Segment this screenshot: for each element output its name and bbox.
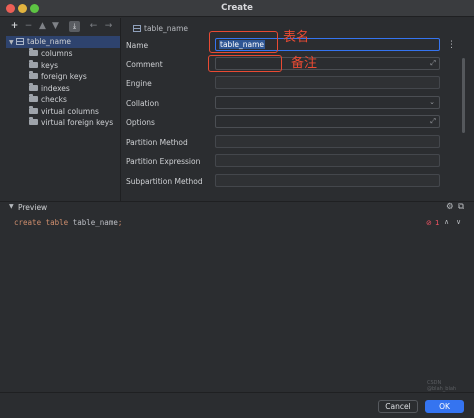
folder-icon	[29, 94, 38, 102]
tree-item-label: keys	[41, 60, 59, 70]
tree-item-label: virtual foreign keys	[41, 118, 114, 127]
comment-annotation-box	[208, 55, 282, 72]
form-tab[interactable]: table_name	[133, 24, 188, 33]
code-semicolon: ;	[117, 218, 123, 227]
subpartition-method-field[interactable]	[215, 174, 440, 187]
tree-item-label: indexes	[41, 83, 70, 93]
cancel-button[interactable]: Cancel	[378, 400, 418, 413]
down-arrow-icon[interactable]: ▼	[50, 21, 61, 32]
chevron-up-icon[interactable]: ∧	[444, 218, 449, 226]
folder-icon	[29, 48, 38, 56]
code-identifier: table_name	[72, 218, 118, 227]
subpartition-method-label: Subpartition Method	[126, 177, 203, 186]
name-annotation-text: 表名	[283, 30, 310, 45]
tree-item-label: columns	[41, 49, 73, 58]
collation-label: Collation	[126, 99, 159, 108]
plus-icon[interactable]: +	[9, 21, 20, 32]
chevron-down-icon[interactable]: ▼	[9, 37, 16, 49]
partition-expression-label: Partition Expression	[126, 157, 201, 166]
tree-item-virtual-foreign-keys[interactable]: virtual foreign keys	[29, 117, 113, 129]
tree-item-checks[interactable]: checks	[29, 94, 67, 106]
object-tree-panel: + − ▲ ▼ ⤓ ← → ▼ table_name columns keys f…	[6, 20, 120, 200]
comment-label: Comment	[126, 60, 163, 69]
up-arrow-icon[interactable]: ▲	[37, 21, 48, 32]
preview-title: Preview	[18, 203, 48, 212]
folder-icon	[29, 117, 38, 125]
options-label: Options	[126, 118, 155, 127]
sql-code-line: create table table_name;	[14, 218, 122, 227]
dialog-footer: Cancel OK	[0, 392, 474, 418]
folder-icon	[29, 71, 38, 79]
form-scrollbar[interactable]	[462, 58, 465, 133]
tree-root-row[interactable]: ▼ table_name	[6, 36, 120, 48]
engine-field[interactable]	[215, 76, 440, 89]
error-count[interactable]: 1	[435, 219, 439, 227]
name-annotation-box	[209, 31, 278, 53]
back-arrow-icon[interactable]: ←	[88, 21, 99, 32]
ok-button[interactable]: OK	[425, 400, 464, 413]
gear-icon[interactable]: ⚙	[446, 202, 454, 212]
partition-method-label: Partition Method	[126, 138, 188, 147]
options-field[interactable]: ⤢	[215, 115, 440, 128]
chevron-down-icon[interactable]: ∨	[456, 218, 461, 226]
collation-dropdown[interactable]: ⌄	[215, 96, 440, 109]
folder-icon	[29, 59, 38, 68]
properties-form: table_name Name table_name ⋮ Comment ⤢ E…	[121, 18, 474, 201]
tree-item-foreign-keys[interactable]: foreign keys	[29, 71, 87, 83]
code-keyword: create	[14, 218, 42, 227]
folder-icon	[29, 105, 38, 114]
title-bar: Create	[0, 0, 474, 17]
error-icon[interactable]: ⊘	[426, 219, 432, 227]
chevron-down-icon[interactable]: ▼	[9, 203, 14, 210]
code-keyword: table	[45, 218, 69, 227]
expand-icon[interactable]: ⤢	[430, 58, 436, 69]
window-title: Create	[221, 3, 253, 13]
watermark: CSDN @blah_blah	[427, 380, 457, 392]
preview-header: ▼ Preview ⚙ ⧉	[0, 202, 474, 214]
table-icon	[16, 38, 24, 45]
chevron-down-icon[interactable]: ⌄	[429, 97, 435, 108]
tree-root-item[interactable]: ▼ table_name	[9, 36, 71, 48]
form-tab-label: table_name	[144, 24, 189, 33]
name-label: Name	[126, 41, 149, 50]
tree-item-keys[interactable]: keys	[29, 59, 59, 72]
partition-method-field[interactable]	[215, 135, 440, 148]
engine-label: Engine	[126, 79, 152, 88]
forward-arrow-icon[interactable]: →	[103, 21, 114, 32]
jump-to-icon[interactable]: ⤓	[69, 21, 80, 32]
tree-item-virtual-columns[interactable]: virtual columns	[29, 105, 99, 118]
table-icon	[133, 25, 141, 32]
minus-icon[interactable]: −	[23, 21, 34, 32]
tree-item-label: checks	[41, 95, 67, 104]
tree-item-label: virtual columns	[41, 106, 99, 116]
tree-item-indexes[interactable]: indexes	[29, 82, 70, 95]
tree-root-label: table_name	[27, 37, 72, 46]
open-external-icon[interactable]: ⧉	[458, 202, 464, 212]
partition-expression-field[interactable]	[215, 154, 440, 167]
sql-preview-editor[interactable]: create table table_name; ⊘ 1 ∧ ∨ CSDN @b…	[7, 214, 467, 392]
folder-icon	[29, 82, 38, 91]
comment-annotation-text: 备注	[291, 56, 318, 71]
tree-item-columns[interactable]: columns	[29, 48, 73, 60]
tree-toolbar: + − ▲ ▼ ⤓ ← →	[6, 20, 120, 34]
expand-icon[interactable]: ⤢	[430, 116, 436, 127]
tree-item-label: foreign keys	[41, 72, 87, 81]
more-options-icon[interactable]: ⋮	[447, 40, 456, 50]
